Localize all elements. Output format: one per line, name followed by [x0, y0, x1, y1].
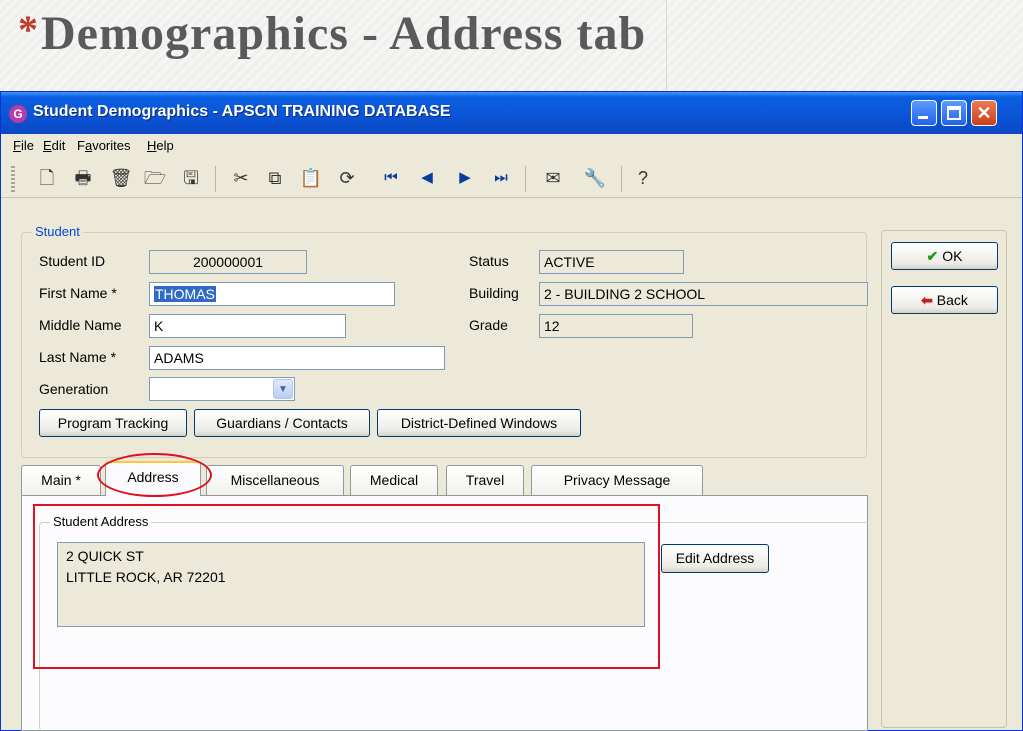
slide-title-text: Demographics - Address tab	[41, 7, 647, 60]
building-field[interactable]: 2 - BUILDING 2 SCHOOL	[539, 282, 868, 306]
save-icon[interactable]: 🖫	[179, 166, 203, 190]
student-demographics-window: G Student Demographics - APSCN TRAINING …	[0, 91, 1023, 731]
first-name-value: THOMAS	[154, 286, 216, 302]
maximize-button[interactable]	[941, 100, 967, 126]
toolbar-separator	[215, 166, 216, 192]
last-record-icon[interactable]: ⏭	[489, 166, 513, 190]
copy-icon[interactable]: ⧉	[263, 166, 287, 190]
program-tracking-button[interactable]: Program Tracking	[39, 409, 187, 437]
help-icon[interactable]: ?	[631, 166, 655, 190]
tab-travel[interactable]: Travel	[446, 465, 524, 495]
tab-privacy-message[interactable]: Privacy Message	[531, 465, 703, 495]
window-titlebar[interactable]: G Student Demographics - APSCN TRAINING …	[1, 92, 1022, 134]
menu-help[interactable]: Help	[147, 138, 174, 153]
tab-main[interactable]: Main *	[21, 465, 101, 495]
highlight-rectangle	[33, 504, 660, 669]
student-id-field[interactable]: 200000001	[149, 250, 307, 274]
generation-label: Generation	[39, 381, 109, 397]
previous-record-icon[interactable]: ◀	[415, 166, 439, 190]
middle-name-label: Middle Name	[39, 317, 122, 333]
app-icon: G	[9, 105, 27, 123]
delete-icon[interactable]: 🗑	[109, 166, 133, 190]
close-button[interactable]: ✕	[971, 100, 997, 126]
first-name-field[interactable]: THOMAS	[149, 282, 395, 306]
student-id-label: Student ID	[39, 253, 106, 269]
menu-favorites[interactable]: Favorites	[77, 138, 130, 153]
last-name-field[interactable]: ADAMS	[149, 346, 445, 370]
tools-icon[interactable]: 🔧	[583, 166, 607, 190]
close-icon: ✕	[976, 103, 992, 123]
first-record-icon[interactable]: ⏮	[379, 166, 403, 190]
minimize-icon	[918, 116, 928, 119]
open-icon[interactable]: 🗁	[143, 166, 167, 190]
status-label: Status	[469, 253, 509, 269]
email-icon[interactable]: ✉	[541, 166, 565, 190]
minimize-button[interactable]	[911, 100, 937, 126]
cut-icon[interactable]: ✂	[229, 166, 253, 190]
toolbar-separator	[621, 166, 622, 192]
district-defined-windows-button[interactable]: District-Defined Windows	[377, 409, 581, 437]
menu-file[interactable]: File	[13, 138, 34, 153]
highlight-ellipse	[97, 453, 212, 497]
slide-title-asterisk: *	[18, 7, 39, 52]
first-name-label: First Name *	[39, 285, 117, 301]
paste-icon[interactable]: 📋	[299, 166, 323, 190]
slide-divider	[666, 0, 667, 90]
back-button[interactable]: ⬅ Back	[891, 286, 998, 314]
edit-address-button[interactable]: Edit Address	[661, 544, 769, 573]
tab-medical[interactable]: Medical	[350, 465, 438, 495]
back-arrow-icon: ⬅	[921, 292, 933, 308]
toolbar: 🗋 🖶 🗑 🗁 🖫 ✂ ⧉ 📋 ⟳ ⏮ ◀ ▶ ⏭ ✉ 🔧 ?	[1, 158, 1022, 198]
toolbar-grip[interactable]	[11, 166, 15, 192]
generation-select[interactable]: ▼	[149, 377, 295, 401]
middle-name-field[interactable]: K	[149, 314, 346, 338]
menu-edit[interactable]: Edit	[43, 138, 65, 153]
chevron-down-icon[interactable]: ▼	[273, 379, 293, 399]
menu-bar: File Edit Favorites Help	[1, 134, 1022, 158]
refresh-icon[interactable]: ⟳	[335, 166, 359, 190]
student-group-label: Student	[32, 224, 83, 239]
checkmark-icon: ✔	[926, 248, 939, 264]
print-icon[interactable]: 🖶	[71, 166, 95, 190]
building-label: Building	[469, 285, 519, 301]
window-title: Student Demographics - APSCN TRAINING DA…	[33, 103, 451, 120]
grade-label: Grade	[469, 317, 508, 333]
tab-miscellaneous[interactable]: Miscellaneous	[206, 465, 344, 495]
grade-field[interactable]: 12	[539, 314, 693, 338]
slide-title: *Demographics - Address tab	[18, 6, 646, 86]
guardians-contacts-button[interactable]: Guardians / Contacts	[194, 409, 370, 437]
ok-button[interactable]: ✔ OK	[891, 242, 998, 270]
status-field[interactable]: ACTIVE	[539, 250, 684, 274]
last-name-label: Last Name *	[39, 349, 117, 365]
toolbar-separator	[525, 166, 526, 192]
maximize-icon	[947, 106, 961, 120]
new-icon[interactable]: 🗋	[35, 166, 59, 190]
next-record-icon[interactable]: ▶	[453, 166, 477, 190]
